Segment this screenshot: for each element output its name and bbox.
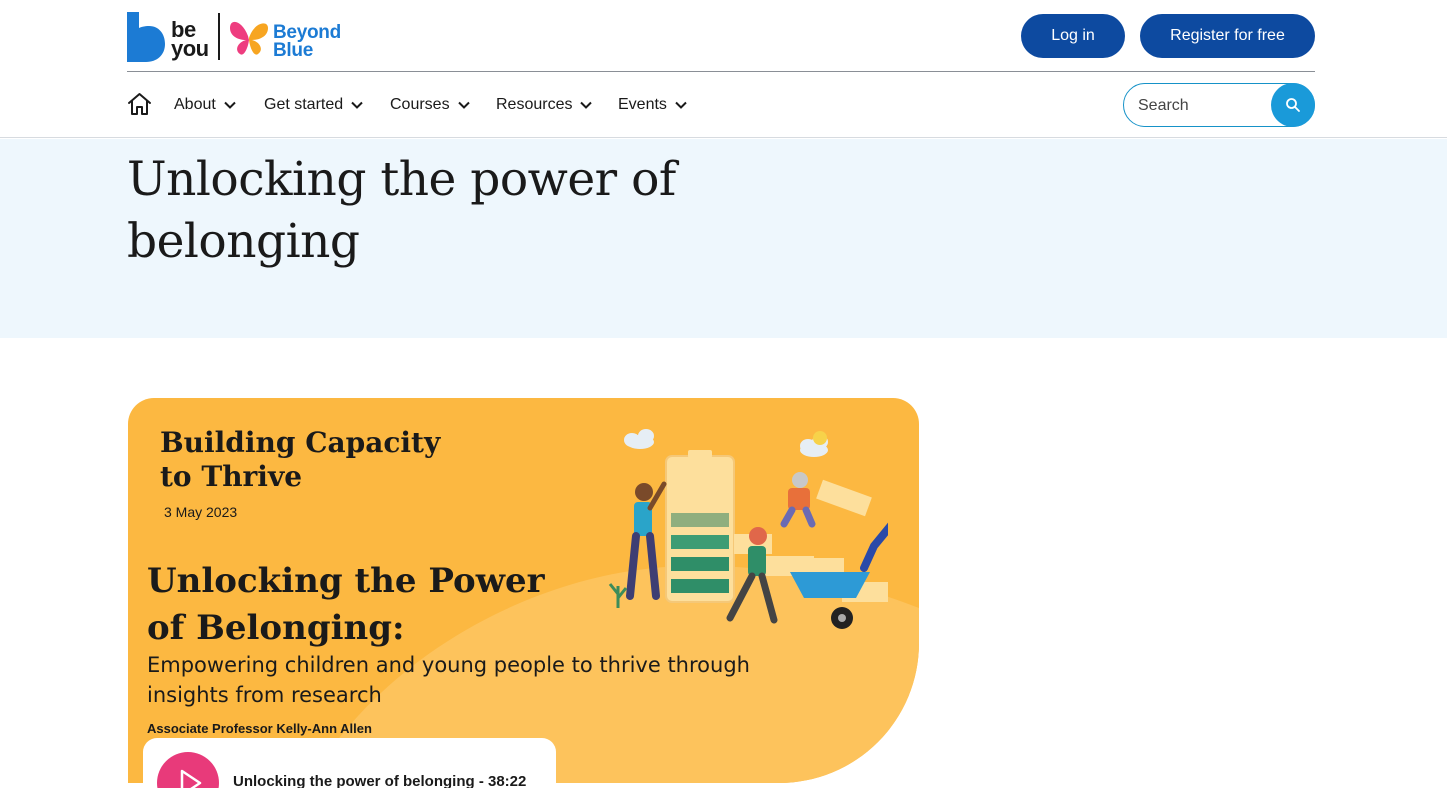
video-thumbnail[interactable]: Building Capacity to Thrive 3 May 2023 U… [128, 398, 919, 783]
video-presenter: Associate Professor Kelly-Ann Allen [147, 721, 372, 736]
nav-item-label: Events [618, 96, 667, 113]
chevron-down-icon [580, 101, 593, 109]
butterfly-icon [230, 21, 268, 55]
chevron-down-icon [351, 101, 363, 109]
play-button[interactable] [157, 752, 219, 788]
logo-divider [218, 13, 220, 60]
home-icon [128, 93, 151, 115]
site-header: be you Beyond Blue Log in Register for f… [0, 0, 1447, 138]
video-play-label: Unlocking the power of belonging - 38:22 [233, 773, 527, 788]
beyou-logo[interactable]: be you [127, 12, 213, 62]
video-title: Unlocking the Power of Belonging: [147, 561, 545, 648]
chevron-down-icon [224, 101, 236, 109]
video-play-bar[interactable]: Unlocking the power of belonging - 38:22 [143, 738, 556, 788]
login-button[interactable]: Log in [1021, 14, 1125, 58]
play-icon [180, 769, 202, 788]
search-icon [1286, 98, 1300, 112]
nav-item-label: Courses [390, 96, 450, 113]
home-link[interactable] [127, 92, 152, 116]
video-subtitle: Empowering children and young people to … [147, 653, 750, 707]
beyond-blue-logo-blue: Blue [273, 40, 313, 61]
event-date: 3 May 2023 [164, 504, 238, 520]
nav-item-label: Get started [264, 96, 344, 113]
nav-item-get-started[interactable]: Get started [264, 94, 363, 116]
beyond-blue-logo[interactable]: Beyond Blue [228, 14, 344, 60]
nav-item-resources[interactable]: Resources [496, 94, 593, 116]
nav-item-label: About [174, 96, 216, 113]
search-box [1123, 83, 1315, 127]
chevron-down-icon [457, 101, 470, 109]
page-hero: Unlocking the power of belonging [0, 139, 1447, 338]
top-bar: be you Beyond Blue Log in Register for f… [127, 0, 1315, 72]
register-button[interactable]: Register for free [1140, 14, 1315, 58]
page-title: Unlocking the power of belonging [127, 152, 676, 269]
chevron-down-icon [675, 101, 687, 109]
search-input[interactable] [1138, 95, 1268, 117]
nav-item-events[interactable]: Events [618, 94, 687, 116]
event-name: Building Capacity to Thrive [160, 426, 441, 493]
search-button[interactable] [1271, 83, 1315, 127]
beyou-logo-you: you [171, 36, 209, 61]
nav-item-courses[interactable]: Courses [390, 94, 470, 116]
main-nav: About Get started Courses Resources Even… [127, 82, 1315, 128]
nav-item-label: Resources [496, 96, 573, 113]
nav-item-about[interactable]: About [174, 94, 236, 116]
